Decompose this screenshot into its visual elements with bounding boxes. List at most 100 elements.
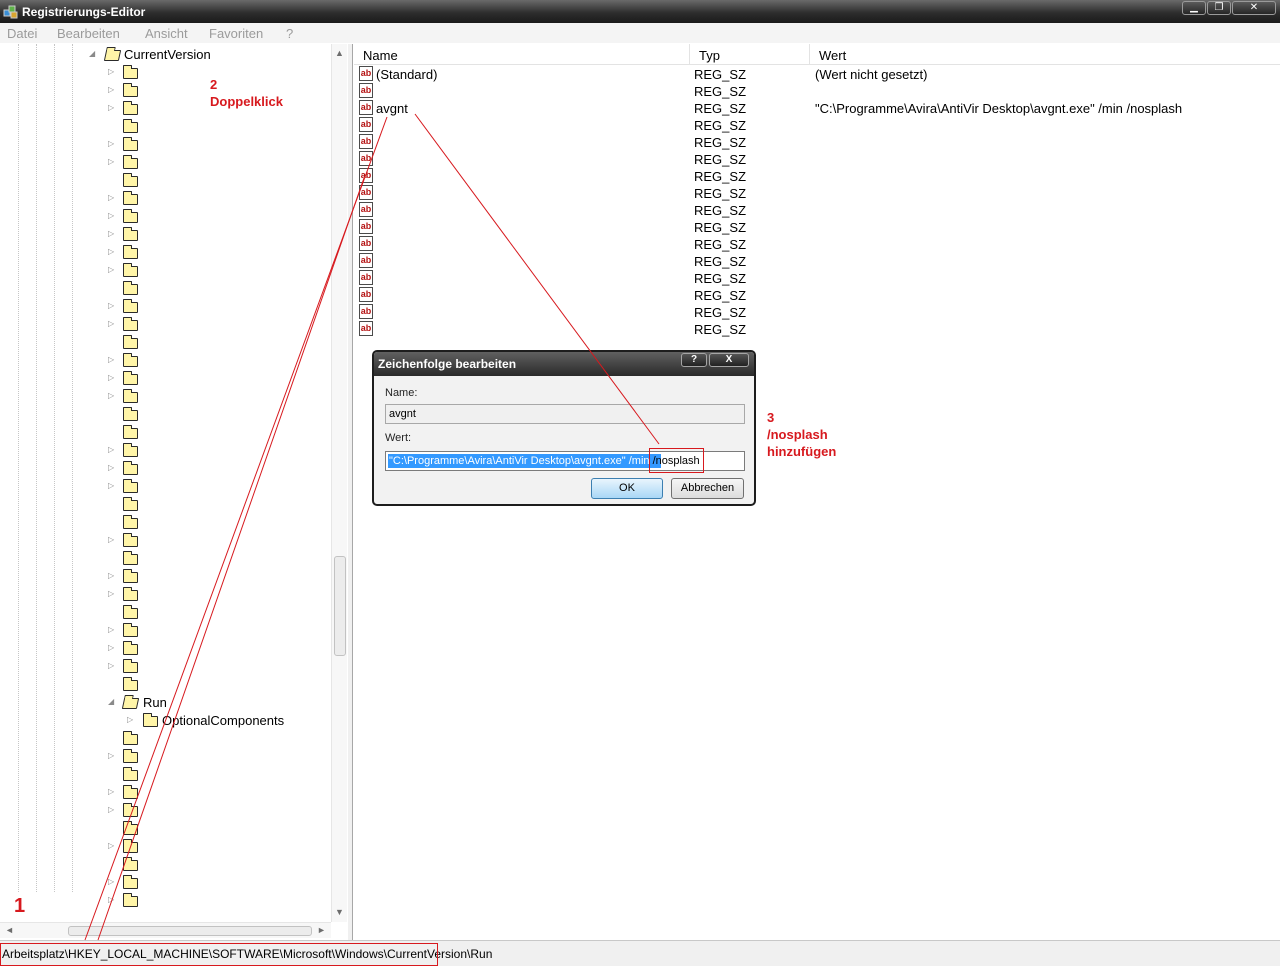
tree-expander-collapsed[interactable]: ▷ <box>108 589 116 599</box>
value-row[interactable]: ab avgnt REG_SZ "C:\Programme\Avira\AntiVir… <box>354 100 1280 117</box>
value-row[interactable]: ab REG_SZ <box>354 83 1280 100</box>
folder-icon[interactable] <box>123 191 138 205</box>
folder-icon[interactable] <box>123 875 138 889</box>
tree-expander-collapsed[interactable]: ▷ <box>108 373 116 383</box>
folder-icon[interactable] <box>123 731 138 745</box>
pane-splitter[interactable] <box>348 44 353 940</box>
folder-icon[interactable] <box>123 245 138 259</box>
value-row[interactable]: ab REG_SZ <box>354 270 1280 287</box>
tree-expander-collapsed[interactable]: ▷ <box>108 571 116 581</box>
folder-icon[interactable] <box>123 569 138 583</box>
value-row[interactable]: ab REG_SZ <box>354 287 1280 304</box>
folder-icon[interactable] <box>123 371 138 385</box>
tree-node-currentversion[interactable]: CurrentVersion <box>124 47 211 62</box>
value-row[interactable]: ab REG_SZ <box>354 151 1280 168</box>
tree-expander-collapsed[interactable]: ▷ <box>108 841 116 851</box>
tree-expander-collapsed[interactable]: ▷ <box>108 139 116 149</box>
folder-icon[interactable] <box>123 587 138 601</box>
tree-node-run[interactable]: Run <box>143 695 167 710</box>
folder-icon[interactable] <box>123 299 138 313</box>
column-header-value[interactable]: Wert <box>810 44 1280 65</box>
value-row[interactable]: ab REG_SZ <box>354 168 1280 185</box>
folder-icon[interactable] <box>123 497 138 511</box>
tree-expander-collapsed[interactable]: ▷ <box>108 355 116 365</box>
folder-icon[interactable] <box>123 821 138 835</box>
tree-expander-expanded[interactable]: ◢ <box>89 49 97 59</box>
value-row[interactable]: ab REG_SZ <box>354 253 1280 270</box>
folder-icon[interactable] <box>123 803 138 817</box>
tree-expander-collapsed[interactable]: ▷ <box>108 85 116 95</box>
tree-expander-collapsed[interactable]: ▷ <box>108 481 116 491</box>
tree-expander-collapsed[interactable]: ▷ <box>108 67 116 77</box>
value-row[interactable]: ab REG_SZ <box>354 236 1280 253</box>
folder-icon[interactable] <box>123 605 138 619</box>
folder-icon[interactable] <box>123 353 138 367</box>
tree-expander-collapsed[interactable]: ▷ <box>108 643 116 653</box>
tree-expander-collapsed[interactable]: ▷ <box>108 877 116 887</box>
folder-icon[interactable] <box>123 893 138 907</box>
value-row[interactable]: ab REG_SZ <box>354 321 1280 338</box>
menu-datei[interactable]: Datei <box>7 26 37 41</box>
tree-expander-collapsed[interactable]: ▷ <box>108 265 116 275</box>
tree-vertical-scrollbar[interactable]: ▲ ▼ <box>331 44 347 922</box>
tree-expander-collapsed[interactable]: ▷ <box>108 247 116 257</box>
menu-help[interactable]: ? <box>286 26 293 41</box>
folder-icon[interactable] <box>123 551 138 565</box>
minimize-button[interactable]: ▁ <box>1182 1 1206 15</box>
folder-icon[interactable] <box>123 65 138 79</box>
scroll-left-arrow-icon[interactable]: ◄ <box>5 925 14 935</box>
folder-icon[interactable] <box>123 767 138 781</box>
value-row[interactable]: ab REG_SZ <box>354 304 1280 321</box>
folder-icon[interactable] <box>123 533 138 547</box>
value-row[interactable]: ab REG_SZ <box>354 185 1280 202</box>
folder-icon[interactable] <box>123 209 138 223</box>
tree-expander-collapsed[interactable]: ▷ <box>108 391 116 401</box>
scroll-thumb[interactable] <box>334 556 346 656</box>
close-button[interactable]: ✕ <box>1232 1 1276 15</box>
tree-expander-collapsed[interactable]: ▷ <box>108 445 116 455</box>
folder-icon[interactable] <box>123 155 138 169</box>
ok-button[interactable]: OK <box>591 478 663 499</box>
folder-icon[interactable] <box>123 137 138 151</box>
tree-node-optionalcomponents[interactable]: OptionalComponents <box>162 713 284 728</box>
tree-expander-collapsed[interactable]: ▷ <box>108 895 116 905</box>
menu-ansicht[interactable]: Ansicht <box>145 26 188 41</box>
tree-expander-collapsed[interactable]: ▷ <box>108 787 116 797</box>
scroll-down-arrow-icon[interactable]: ▼ <box>335 907 344 917</box>
folder-icon[interactable] <box>123 641 138 655</box>
folder-icon[interactable] <box>123 659 138 673</box>
value-row[interactable]: ab REG_SZ <box>354 219 1280 236</box>
folder-icon[interactable] <box>123 623 138 637</box>
tree-expander-collapsed[interactable]: ▷ <box>108 463 116 473</box>
folder-icon[interactable] <box>123 281 138 295</box>
folder-icon[interactable] <box>123 317 138 331</box>
folder-icon[interactable] <box>123 227 138 241</box>
folder-icon[interactable] <box>123 749 138 763</box>
name-field[interactable] <box>385 404 745 424</box>
tree-expander-collapsed[interactable]: ▷ <box>108 157 116 167</box>
dialog-help-button[interactable]: ? <box>681 353 707 367</box>
folder-icon[interactable] <box>123 173 138 187</box>
folder-icon[interactable] <box>123 785 138 799</box>
folder-icon[interactable] <box>123 425 138 439</box>
value-row[interactable]: ab REG_SZ <box>354 202 1280 219</box>
folder-icon[interactable] <box>123 389 138 403</box>
tree-expander-collapsed[interactable]: ▷ <box>108 661 116 671</box>
tree-expander-collapsed[interactable]: ▷ <box>108 751 116 761</box>
column-header-name[interactable]: Name <box>354 44 690 65</box>
dialog-close-button[interactable]: X <box>709 353 749 367</box>
column-header-type[interactable]: Typ <box>690 44 810 65</box>
value-row[interactable]: ab REG_SZ <box>354 134 1280 151</box>
folder-icon[interactable] <box>123 407 138 421</box>
scroll-up-arrow-icon[interactable]: ▲ <box>335 48 344 58</box>
folder-icon[interactable] <box>123 119 138 133</box>
tree-expander-collapsed[interactable]: ▷ <box>108 103 116 113</box>
folder-icon[interactable] <box>123 839 138 853</box>
tree-expander-collapsed[interactable]: ▷ <box>108 193 116 203</box>
folder-icon[interactable] <box>123 443 138 457</box>
folder-icon[interactable] <box>123 263 138 277</box>
tree-expander-collapsed[interactable]: ▷ <box>108 805 116 815</box>
maximize-button[interactable]: ❐ <box>1207 1 1231 15</box>
menu-favoriten[interactable]: Favoriten <box>209 26 263 41</box>
tree-expander-collapsed[interactable]: ▷ <box>108 211 116 221</box>
